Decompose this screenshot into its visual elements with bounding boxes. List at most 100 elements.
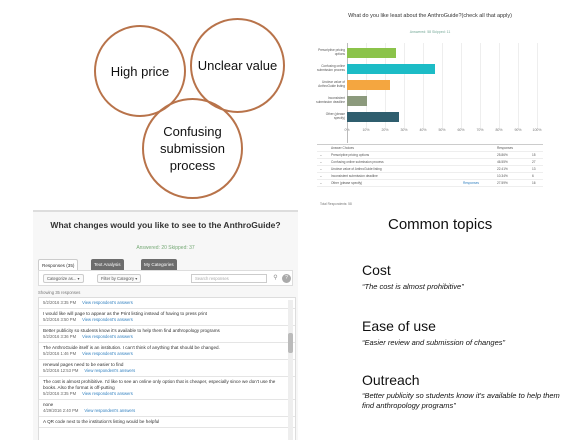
search-input[interactable]: Search responses <box>191 274 267 283</box>
bar <box>347 112 400 122</box>
responses-table: Answer Choices Responses – Prescriptive pri… <box>317 144 543 194</box>
topic-ease-of-use: Ease of use <box>362 318 436 334</box>
row-label: Prescriptive pricing options <box>331 153 370 157</box>
row-percent: 10.34% <box>497 174 508 178</box>
showing-count: Showing 35 responses <box>38 290 81 295</box>
topic-ease-quote: “Easier review and submission of changes… <box>362 338 505 347</box>
row-count: 13 <box>532 167 536 171</box>
view-answers-link[interactable]: View respondent's answers <box>82 334 133 339</box>
table-row: – Prescriptive pricing options 25.86% 15 <box>317 152 543 159</box>
row-count: 27 <box>532 160 536 164</box>
tab-my-categories[interactable]: My Categories <box>141 259 177 270</box>
chart-title: What do you like least about the AnthroG… <box>348 13 512 19</box>
circle-label: High price <box>110 63 170 79</box>
response-meta: 5/2/2016 3:35 PM View respondent's answer… <box>43 300 281 306</box>
bar-category-label: Prescriptive pricing options <box>318 48 345 56</box>
view-answers-link[interactable]: View respondent's answers <box>82 351 133 356</box>
list-item: The cost is almost prohibitive. I'd like… <box>39 377 295 400</box>
bar <box>347 96 367 106</box>
row-expander[interactable]: – <box>320 180 322 186</box>
view-answers-link[interactable]: View respondent's answers <box>82 391 133 396</box>
scrollbar-thumb[interactable] <box>288 333 293 353</box>
row-count: 6 <box>532 174 534 178</box>
total-respondents: Total Respondents: 58 <box>320 202 352 206</box>
list-item: I would like will page to appear as the … <box>39 309 295 326</box>
table-row: – Inconsistent submission deadline 10.34% 6 <box>317 173 543 180</box>
gridline <box>537 43 538 129</box>
tab-text-analysis[interactable]: Text Analysis <box>91 259 124 270</box>
scrollbar-track[interactable] <box>288 300 293 440</box>
x-tick-label: 100% <box>532 128 542 132</box>
list-item: renewal pages need to be easier to find 5… <box>39 360 295 377</box>
x-tick-label: 60% <box>457 128 465 132</box>
response-meta: 5/2/2016 3:36 PM View respondent's answer… <box>43 334 281 340</box>
responses-link[interactable]: Responses <box>463 180 479 186</box>
row-count: 16 <box>532 181 536 185</box>
table-row: – Confusing online submission process 46.5… <box>317 159 543 166</box>
response-meta: 5/2/2016 1:46 PM View respondent's answer… <box>43 351 281 357</box>
row-label: Other (please specify) <box>331 181 363 185</box>
survey-chart-panel: What do you like least about the AnthroG… <box>310 10 550 210</box>
chart-counts: Answered: 58 Skipped: 11 <box>409 30 451 34</box>
search-icon[interactable]: ⚲ <box>271 274 280 283</box>
row-expander[interactable]: – <box>320 166 322 172</box>
response-date: 5/2/2016 3:36 PM <box>43 334 77 339</box>
x-tick-label: 40% <box>419 128 427 132</box>
row-expander[interactable]: – <box>320 159 322 165</box>
topic-cost-quote: “The cost is almost prohibitive” <box>362 282 464 291</box>
row-percent: 22.41% <box>497 167 508 171</box>
x-tick-label: 70% <box>476 128 484 132</box>
bar <box>347 48 397 58</box>
row-percent: 46.55% <box>497 160 508 164</box>
list-item: none 4/29/2016 2:40 PM View respondent's a… <box>39 400 295 417</box>
list-item: A QR code next to the institution's list… <box>39 417 295 428</box>
bar-category-label: Other (please specify) <box>325 112 345 120</box>
x-tick-label: 10% <box>362 128 370 132</box>
gridline <box>442 43 443 129</box>
response-meta: 5/2/2016 12:53 PM View respondent's answe… <box>43 368 281 374</box>
filter-bar: Categorize as... ▾ Filter by Category ▾ … <box>38 270 293 286</box>
x-tick-label: 30% <box>400 128 408 132</box>
response-meta: 4/29/2016 2:40 PM View respondent's answe… <box>43 408 281 414</box>
categorize-dropdown[interactable]: Categorize as... ▾ <box>43 274 84 283</box>
row-expander[interactable]: – <box>320 173 322 179</box>
gridline <box>518 43 519 129</box>
x-tick-label: 80% <box>495 128 503 132</box>
response-list: 5/2/2016 3:35 PM View respondent's answer… <box>38 297 296 440</box>
response-date: 5/2/2016 3:35 PM <box>43 391 77 396</box>
view-answers-link[interactable]: View respondent's answers <box>84 408 135 413</box>
bar-category-label: Confusing online submission process <box>317 64 345 72</box>
row-label: Inconsistent submission deadline <box>331 174 378 178</box>
response-text: The cost is almost prohibitive. I'd like… <box>43 379 276 390</box>
common-topics-heading: Common topics <box>388 216 493 233</box>
list-item: Better publicity so students know it's a… <box>39 326 295 343</box>
filter-category-dropdown[interactable]: Filter by Category ▾ <box>97 274 142 283</box>
help-icon[interactable]: ? <box>282 274 291 283</box>
table-row: – Other (please specify) Responses 27.59% 16 <box>317 180 543 187</box>
response-meta: 5/2/2016 3:35 PM View respondent's answer… <box>43 391 281 397</box>
response-date: 5/2/2016 3:35 PM <box>43 300 77 305</box>
answered-skipped: Answered: 20 Skipped: 37 <box>136 245 195 251</box>
circle-label: Unclear value <box>197 58 278 73</box>
gridline <box>499 43 500 129</box>
view-answers-link[interactable]: View respondent's answers <box>82 317 133 322</box>
response-date: 5/2/2016 12:53 PM <box>43 368 79 373</box>
bar-category-label: Unclear value of AnthroGuide listing <box>318 80 345 88</box>
row-label: Confusing online submission process <box>331 160 384 164</box>
bar <box>347 80 390 90</box>
response-date: 5/2/2016 1:46 PM <box>43 351 77 356</box>
list-item: The AnthroGuide itself is an institution… <box>39 343 295 360</box>
row-count: 15 <box>532 153 536 157</box>
response-date: 4/29/2016 2:40 PM <box>43 408 79 413</box>
gridline <box>404 43 405 129</box>
list-item: 5/2/2016 3:35 PM View respondent's answer… <box>39 298 295 309</box>
tab-responses[interactable]: Responses (35) <box>38 259 79 270</box>
x-tick-label: 50% <box>438 128 446 132</box>
view-answers-link[interactable]: View respondent's answers <box>82 300 133 305</box>
view-answers-link[interactable]: View respondent's answers <box>84 368 135 373</box>
circle-confusing-submission: Confusing submission process <box>142 98 243 199</box>
topic-cost: Cost <box>362 262 391 278</box>
row-expander[interactable]: – <box>320 152 322 158</box>
bar-category-label: Inconsistent submission deadline <box>316 96 345 104</box>
response-meta: 5/2/2016 3:50 PM View respondent's answer… <box>43 317 281 323</box>
